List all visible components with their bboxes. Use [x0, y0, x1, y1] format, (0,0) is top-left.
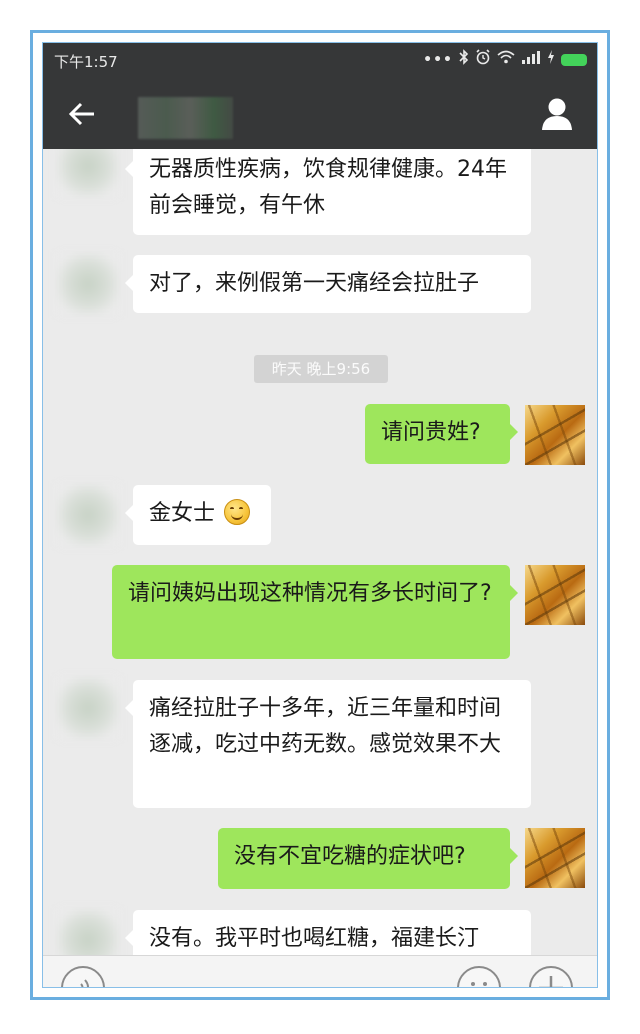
- contact-avatar[interactable]: [57, 484, 119, 546]
- signal-icon: [521, 50, 541, 70]
- contact-name-blurred: [138, 97, 233, 139]
- message-text: 无器质性疾病，饮食规律健康。24年前会睡觉，有午休: [149, 157, 507, 218]
- contact-avatar[interactable]: [57, 253, 119, 315]
- input-bar: [43, 955, 597, 987]
- message-bubble-incoming[interactable]: 金女士: [125, 485, 271, 545]
- message-bubble-incoming[interactable]: 对了，来例假第一天痛经会拉肚子: [125, 255, 531, 313]
- status-icons: •••: [423, 49, 587, 71]
- emoji-face-icon[interactable]: [457, 966, 501, 987]
- chat-header: [43, 79, 597, 149]
- wifi-icon: [497, 50, 515, 70]
- back-arrow-icon[interactable]: [67, 99, 97, 129]
- contact-avatar[interactable]: [57, 149, 119, 197]
- status-time: 下午1:57: [54, 53, 118, 71]
- message-text: 没有。我平时也喝红糖，福建长汀: [149, 926, 480, 951]
- message-bubble-outgoing[interactable]: 请问姨妈出现这种情况有多长时间了?: [112, 565, 518, 659]
- charging-icon: [547, 50, 555, 70]
- message-text: 没有不宜吃糖的症状吧?: [234, 844, 466, 869]
- bluetooth-icon: [459, 49, 469, 71]
- my-avatar[interactable]: [525, 828, 585, 888]
- battery-icon: [561, 54, 587, 66]
- message-timestamp: 昨天 晚上9:56: [254, 355, 388, 383]
- smile-emoji-icon: [224, 499, 251, 525]
- message-text: 请问姨妈出现这种情况有多长时间了?: [128, 581, 492, 606]
- my-avatar[interactable]: [525, 565, 585, 625]
- message-list[interactable]: 无器质性疾病，饮食规律健康。24年前会睡觉，有午休 对了，来例假第一天痛经会拉肚…: [43, 149, 597, 955]
- message-text: 痛经拉肚子十多年，近三年量和时间逐减，吃过中药无数。感觉效果不大: [149, 696, 502, 757]
- plus-icon[interactable]: [529, 966, 573, 987]
- voice-icon[interactable]: [61, 966, 105, 987]
- contact-avatar[interactable]: [57, 909, 119, 955]
- message-bubble-outgoing[interactable]: 没有不宜吃糖的症状吧?: [218, 828, 518, 889]
- alarm-icon: [475, 49, 491, 71]
- message-bubble-incoming[interactable]: 痛经拉肚子十多年，近三年量和时间逐减，吃过中药无数。感觉效果不大: [125, 680, 531, 808]
- message-text: 对了，来例假第一天痛经会拉肚子: [149, 271, 480, 296]
- message-bubble-incoming[interactable]: 没有。我平时也喝红糖，福建长汀: [125, 910, 531, 955]
- more-dots-icon: •••: [423, 52, 453, 68]
- person-icon[interactable]: [541, 97, 573, 131]
- message-text: 请问贵姓?: [381, 420, 481, 445]
- my-avatar[interactable]: [525, 405, 585, 465]
- status-bar: 下午1:57 •••: [43, 43, 597, 79]
- message-bubble-outgoing[interactable]: 请问贵姓?: [365, 404, 518, 464]
- contact-avatar[interactable]: [57, 677, 119, 739]
- message-text: 金女士: [149, 501, 216, 526]
- message-bubble-incoming[interactable]: 无器质性疾病，饮食规律健康。24年前会睡觉，有午休: [125, 149, 531, 235]
- phone-screen: 下午1:57 ••• 无器质性疾病，饮食规律健康。24年前会睡觉，有午休 对了，…: [42, 42, 598, 988]
